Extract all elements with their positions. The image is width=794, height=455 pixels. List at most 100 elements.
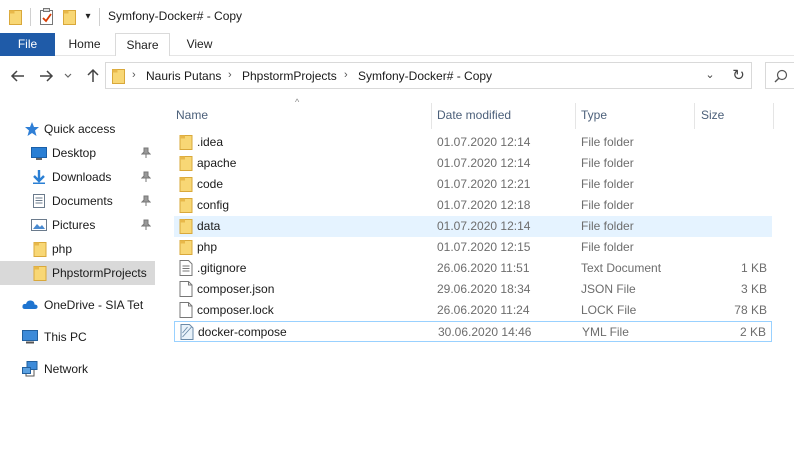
- file-type: File folder: [581, 177, 634, 191]
- column-divider[interactable]: [575, 103, 576, 129]
- file-date: 30.06.2020 14:46: [438, 325, 532, 339]
- sidebar-item-pictures[interactable]: Pictures: [0, 213, 155, 237]
- column-header-size[interactable]: Size: [701, 103, 724, 127]
- sidebar-item-label: This PC: [44, 330, 87, 344]
- breadcrumb-item[interactable]: Nauris Putans: [146, 69, 221, 83]
- sidebar-item-label: Quick access: [44, 122, 116, 136]
- sidebar-item-desktop[interactable]: Desktop: [0, 141, 155, 165]
- file-type: Text Document: [581, 261, 662, 275]
- sidebar-item-this-pc[interactable]: This PC: [0, 325, 155, 349]
- yml-file-icon: [180, 324, 194, 340]
- address-bar[interactable]: › Nauris Putans › PhpstormProjects › Sym…: [105, 62, 751, 89]
- folder-icon: [33, 242, 47, 257]
- file-name: composer.json: [197, 282, 275, 296]
- file-name: code: [197, 177, 224, 191]
- breadcrumb-item[interactable]: Symfony-Docker# - Copy: [358, 69, 492, 83]
- column-header-type[interactable]: Type: [581, 103, 607, 127]
- folder-icon: [179, 177, 193, 192]
- folder-icon: [179, 240, 193, 255]
- file-name: .gitignore: [197, 261, 247, 275]
- file-type: LOCK File: [581, 303, 637, 317]
- file-size: 3 KB: [740, 282, 767, 296]
- network-icon: [22, 361, 38, 377]
- search-input[interactable]: [765, 62, 794, 89]
- pin-icon[interactable]: [141, 195, 151, 207]
- file-row[interactable]: composer.lock 26.06.2020 11:24 LOCK File…: [174, 300, 772, 321]
- sidebar-item-downloads[interactable]: Downloads: [0, 165, 155, 189]
- pin-icon[interactable]: [141, 219, 151, 231]
- file-row[interactable]: php 01.07.2020 12:15 File folder: [174, 237, 772, 258]
- file-row[interactable]: config 01.07.2020 12:18 File folder: [174, 195, 772, 216]
- file-name: composer.lock: [197, 303, 274, 317]
- refresh-icon[interactable]: ↻: [726, 62, 752, 89]
- file-date: 29.06.2020 18:34: [437, 282, 531, 296]
- breadcrumb-separator[interactable]: ›: [132, 69, 136, 81]
- file-row[interactable]: docker-compose 30.06.2020 14:46 YML File…: [174, 321, 772, 342]
- file-row[interactable]: apache 01.07.2020 12:14 File folder: [174, 153, 772, 174]
- file-icon: [179, 302, 193, 318]
- sidebar-item-network[interactable]: Network: [0, 357, 155, 381]
- file-row[interactable]: composer.json 29.06.2020 18:34 JSON File…: [174, 279, 772, 300]
- ribbon-tabs: File Home Share View: [0, 33, 794, 57]
- column-divider[interactable]: [694, 103, 695, 129]
- file-date: 26.06.2020 11:51: [437, 261, 530, 275]
- toolbar-divider: [30, 8, 31, 26]
- tab-share[interactable]: Share: [115, 33, 170, 57]
- breadcrumb-separator[interactable]: ›: [344, 69, 348, 81]
- file-row[interactable]: .idea 01.07.2020 12:14 File folder: [174, 132, 772, 153]
- file-date: 01.07.2020 12:21: [437, 177, 531, 191]
- file-date: 01.07.2020 12:18: [437, 198, 531, 212]
- sidebar-item-label: Network: [44, 362, 89, 376]
- sidebar-item-label: php: [52, 242, 73, 256]
- file-row[interactable]: code 01.07.2020 12:21 File folder: [174, 174, 772, 195]
- file-date: 26.06.2020 11:24: [437, 303, 530, 317]
- properties-icon[interactable]: [39, 8, 54, 25]
- file-type: YML File: [582, 325, 629, 339]
- file-row[interactable]: .gitignore 26.06.2020 11:51 Text Documen…: [174, 258, 772, 279]
- tab-file[interactable]: File: [0, 33, 55, 56]
- folder-icon: [179, 156, 193, 171]
- file-date: 01.07.2020 12:15: [437, 240, 531, 254]
- tab-home[interactable]: Home: [57, 33, 112, 56]
- file-date: 01.07.2020 12:14: [437, 156, 531, 170]
- forward-arrow-icon[interactable]: [36, 66, 56, 86]
- column-divider[interactable]: [431, 103, 432, 129]
- sidebar-item-phpstormprojects[interactable]: PhpstormProjects: [0, 261, 155, 285]
- window-title: Symfony-Docker# - Copy: [108, 9, 243, 23]
- tab-view[interactable]: View: [172, 33, 227, 56]
- pin-icon[interactable]: [141, 171, 151, 183]
- pictures-icon: [31, 219, 47, 231]
- customize-dropdown-icon[interactable]: ▾: [83, 11, 93, 23]
- text-file-icon: [179, 260, 193, 276]
- column-divider[interactable]: [773, 103, 774, 129]
- file-list: Name ^ Date modified Type Size .idea 01.…: [170, 97, 794, 455]
- up-arrow-icon[interactable]: [83, 66, 103, 86]
- sidebar-item-quick-access[interactable]: Quick access: [0, 117, 155, 141]
- sidebar-item-label: OneDrive - SIA Tet: [44, 298, 144, 312]
- column-header-name[interactable]: Name: [176, 103, 208, 127]
- file-name: php: [197, 240, 218, 254]
- file-name: data: [197, 219, 221, 233]
- chevron-down-icon[interactable]: [61, 66, 75, 86]
- file-name: apache: [197, 156, 237, 170]
- file-row[interactable]: data 01.07.2020 12:14 File folder: [174, 216, 772, 237]
- address-dropdown-icon[interactable]: ⌄: [702, 63, 718, 87]
- breadcrumb-separator[interactable]: ›: [228, 69, 232, 81]
- sidebar-item-label: Pictures: [52, 218, 96, 232]
- navigation-bar: › Nauris Putans › PhpstormProjects › Sym…: [0, 56, 794, 97]
- sidebar-item-documents[interactable]: Documents: [0, 189, 155, 213]
- sidebar-item-label: Documents: [52, 194, 113, 208]
- file-name: docker-compose: [198, 325, 287, 339]
- sidebar-item-label: PhpstormProjects: [52, 266, 147, 280]
- sidebar-item-php[interactable]: php: [0, 237, 155, 261]
- file-date: 01.07.2020 12:14: [437, 219, 531, 233]
- folder-icon[interactable]: [9, 9, 22, 25]
- pin-icon[interactable]: [141, 147, 151, 159]
- new-folder-icon[interactable]: [63, 9, 76, 25]
- download-icon: [33, 170, 45, 184]
- breadcrumb-item[interactable]: PhpstormProjects: [242, 69, 337, 83]
- sidebar-item-onedrive[interactable]: OneDrive - SIA Tet: [0, 293, 155, 317]
- column-header-date[interactable]: Date modified: [437, 103, 511, 127]
- star-icon: [25, 122, 39, 136]
- back-arrow-icon[interactable]: [8, 66, 28, 86]
